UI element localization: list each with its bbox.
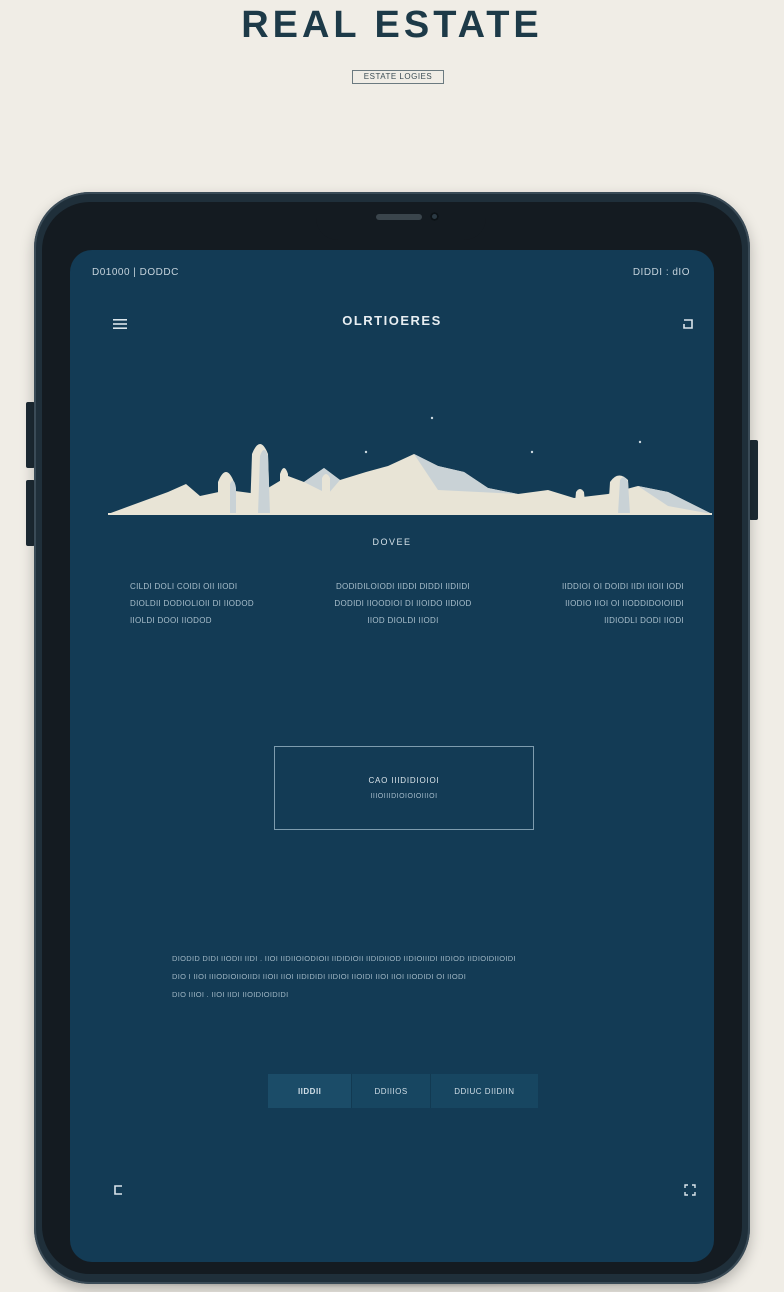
feature-text-line: IIDIODLI DODI IIODI (604, 616, 684, 625)
feature-column-2: DODIDILOIODI IIDDI DIDDI IIDIIDI DODIDI … (306, 578, 500, 629)
feature-text-line: IIDDIOI OI DOIDI IIDI IIOII IODI (561, 582, 684, 591)
feature-text-line: IIOD DIOLDI IIODI (367, 616, 439, 625)
cta-title: CAO IIIDIDIOIOI (368, 776, 440, 785)
screen-title: OLRTIOERES (342, 313, 442, 328)
tablet-device: D01000 | DODDC DIDDI : dIO OLRTIOERES DO… (34, 192, 750, 1284)
speaker-grille (376, 214, 422, 220)
mountain-skyline-illustration (108, 410, 712, 520)
paragraph-line: DIO IIIOI . IIOI IIDI IIOIDIOIDIDI (172, 990, 289, 999)
brand-tagline: ESTATE LOGIES (352, 70, 444, 84)
feature-text-line: IIOLDI DOOI IIODOD (130, 616, 212, 625)
tablet-screen: D01000 | DODDC DIDDI : dIO OLRTIOERES DO… (70, 250, 714, 1262)
camera-notch (316, 202, 486, 240)
tab-bar: IIDDII DDIIIOS DDIUC DIIDIIN (268, 1074, 538, 1108)
tablet-bezel: D01000 | DODDC DIDDI : dIO OLRTIOERES DO… (42, 202, 742, 1274)
feature-text-line: DODIDILOIODI IIDDI DIDDI IIDIIDI (335, 582, 471, 591)
expand-icon[interactable] (678, 1178, 702, 1202)
paragraph-line: DIODID DIDI IIODII IIDI . IIOI IIDIIOIOD… (172, 954, 516, 963)
feature-column-3: IIDDIOI OI DOIDI IIDI IIOII IODI IIODIO … (516, 578, 684, 629)
feature-text-line: DODIDI IIOODIOI DI IIOIDO IIDIOD (334, 599, 472, 608)
cta-card[interactable]: CAO IIIDIDIOIOI IIIOIIIDIOIOIOIIIOI (274, 746, 534, 830)
description-paragraph: DIODID DIDI IIODII IIDI . IIOI IIDIIOIOD… (172, 950, 642, 1004)
brand-title: REAL ESTATE (241, 4, 543, 46)
tab-1[interactable]: IIDDII (268, 1074, 353, 1108)
status-bar-right: DIDDI : dIO (632, 267, 690, 278)
corner-arrow-icon[interactable] (676, 312, 700, 336)
status-bar-left: D01000 | DODDC (92, 267, 179, 278)
power-button[interactable] (749, 440, 758, 520)
feature-text-line: CILDI DOLI COIDI OII IIODI (130, 582, 238, 591)
feature-column-1: CILDI DOLI COIDI OII IIODI DIOLDII DODIO… (130, 578, 298, 629)
tab-2[interactable]: DDIIIOS (352, 1074, 431, 1108)
section-label: DOVEE (372, 537, 412, 547)
feature-text-line: DIOLDII DODIOLIOII DI IIODOD (130, 599, 254, 608)
cta-subtitle: IIIOIIIDIOIOIOIIIOI (370, 793, 438, 800)
back-arrow-icon[interactable] (106, 1178, 130, 1202)
front-camera-icon (430, 212, 439, 221)
paragraph-line: DIO I IIOI IIIODIOIIOIIDI IIOII IIOI IID… (172, 972, 467, 981)
tab-3[interactable]: DDIUC DIIDIIN (431, 1074, 538, 1108)
feature-text-line: IIODIO IIOI OI IIODDIDOIOIIDI (565, 599, 684, 608)
